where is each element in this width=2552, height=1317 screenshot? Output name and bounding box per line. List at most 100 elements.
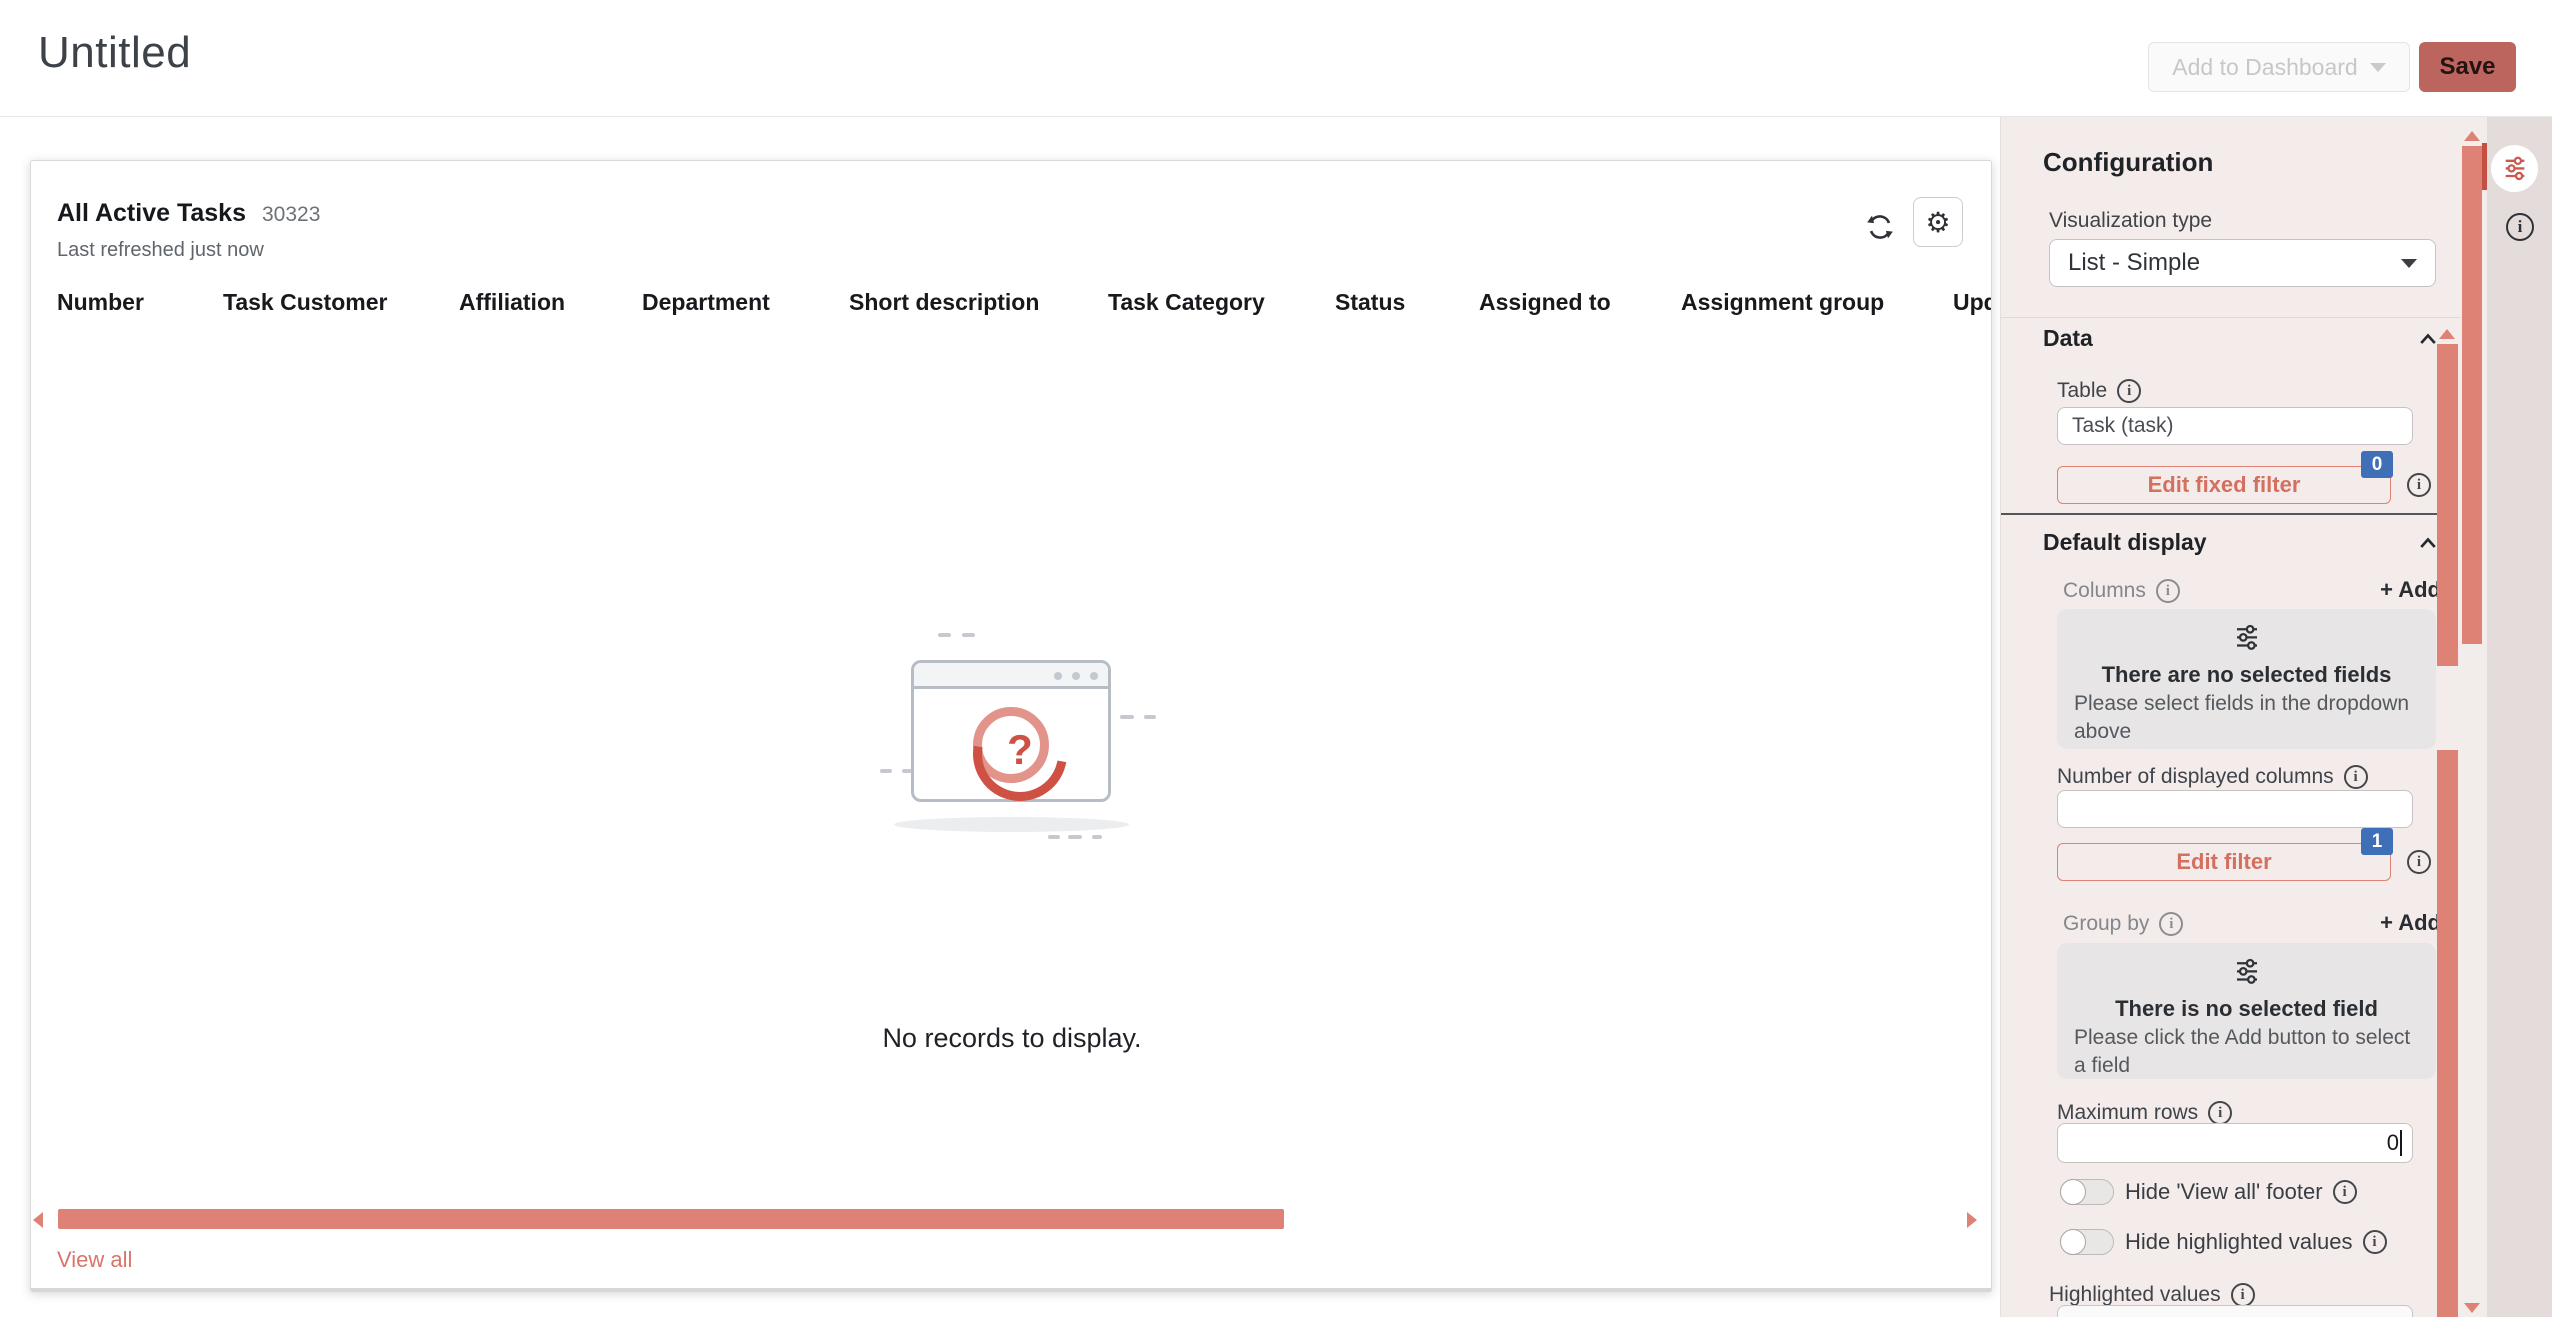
vertical-scrollbar-track[interactable] xyxy=(2461,117,2483,1317)
vertical-scrollbar-thumb[interactable] xyxy=(2462,146,2482,644)
maximum-rows-label: Maximum rows xyxy=(2057,1101,2232,1125)
info-icon[interactable] xyxy=(2333,1180,2357,1204)
column-header-status[interactable]: Status xyxy=(1335,289,1479,333)
maximum-rows-input[interactable]: 0 xyxy=(2057,1123,2413,1163)
refresh-button[interactable] xyxy=(1863,211,1897,245)
scroll-up-icon[interactable] xyxy=(2464,131,2480,141)
configuration-panel: Configuration Visualization type List - … xyxy=(2000,117,2487,1317)
window-dot-icon xyxy=(1090,672,1098,680)
info-icon[interactable] xyxy=(2344,765,2368,789)
column-header-affiliation[interactable]: Affiliation xyxy=(459,289,642,333)
text-cursor xyxy=(2400,1130,2402,1156)
active-tab-indicator xyxy=(2482,143,2487,190)
info-icon[interactable] xyxy=(2407,473,2431,497)
filter-count-badge: 1 xyxy=(2361,828,2393,855)
add-group-by-button[interactable]: + Add xyxy=(2341,910,2441,936)
edit-filter-button[interactable]: Edit filter xyxy=(2057,843,2391,881)
highlighted-values-label: Highlighted values xyxy=(2049,1283,2255,1307)
empty-state-message: No records to display. xyxy=(31,1023,1992,1054)
columns-empty-text: Please select fields in the dropdown abo… xyxy=(2074,690,2419,747)
save-label: Save xyxy=(2439,53,2495,81)
default-display-section-header: Default display xyxy=(2043,529,2207,556)
horizontal-scrollbar-thumb[interactable] xyxy=(58,1209,1284,1229)
panel-scrollbar-thumb[interactable] xyxy=(2437,344,2458,666)
chevron-down-icon xyxy=(2401,259,2417,268)
table-label: Table xyxy=(2057,379,2141,403)
displayed-columns-label: Number of displayed columns xyxy=(2057,765,2368,789)
edit-fixed-filter-button[interactable]: Edit fixed filter xyxy=(2057,466,2391,504)
window-dot-icon xyxy=(1054,672,1062,680)
top-bar: Untitled Add to Dashboard Save xyxy=(0,0,2552,117)
column-header-short-description[interactable]: Short description xyxy=(849,289,1108,333)
displayed-columns-input[interactable] xyxy=(2057,790,2413,828)
browser-window-illustration: ? xyxy=(911,660,1111,802)
toggle-knob xyxy=(2060,1179,2086,1205)
info-icon[interactable] xyxy=(2208,1101,2232,1125)
info-icon[interactable] xyxy=(2156,579,2180,603)
scroll-down-icon[interactable] xyxy=(2464,1303,2480,1313)
info-icon[interactable] xyxy=(2231,1283,2255,1307)
dash-decoration xyxy=(1144,715,1156,719)
save-button[interactable]: Save xyxy=(2419,42,2516,92)
dash-decoration xyxy=(938,633,951,637)
columns-label: Columns xyxy=(2063,579,2180,603)
highlighted-values-field[interactable] xyxy=(2057,1305,2413,1317)
dash-decoration xyxy=(1120,715,1134,719)
column-header-number[interactable]: Number xyxy=(57,289,223,333)
panel-scroll-up-icon[interactable] xyxy=(2439,329,2455,339)
dash-decoration xyxy=(1048,835,1060,839)
visualization-type-label: Visualization type xyxy=(2049,209,2212,233)
info-icon[interactable] xyxy=(2407,850,2431,874)
data-section-header: Data xyxy=(2043,325,2093,352)
maximum-rows-value: 0 xyxy=(2387,1130,2399,1156)
report-preview-card: All Active Tasks30323 Last refreshed jus… xyxy=(30,160,1992,1292)
page-title: Untitled xyxy=(38,28,191,78)
settings-button[interactable]: ⚙ xyxy=(1913,197,1963,247)
info-icon[interactable] xyxy=(2159,912,2183,936)
dash-decoration xyxy=(1092,835,1102,839)
sliders-icon xyxy=(2501,155,2529,183)
visualization-type-value: List - Simple xyxy=(2068,249,2200,277)
group-by-empty-title: There is no selected field xyxy=(2074,996,2419,1022)
column-header-updated[interactable]: Upd xyxy=(1953,289,1992,333)
view-all-link[interactable]: View all xyxy=(57,1247,132,1273)
hide-highlighted-toggle[interactable] xyxy=(2060,1229,2114,1255)
scroll-left-icon[interactable] xyxy=(33,1212,43,1228)
column-header-assignment-group[interactable]: Assignment group xyxy=(1681,289,1953,333)
column-header-task-customer[interactable]: Task Customer xyxy=(223,289,459,333)
hide-view-all-label: Hide 'View all' footer xyxy=(2125,1179,2357,1205)
group-by-empty-text: Please click the Add button to select a … xyxy=(2074,1024,2419,1081)
last-refreshed-text: Last refreshed just now xyxy=(57,239,264,262)
table-input[interactable] xyxy=(2057,407,2413,445)
hide-highlighted-label: Hide highlighted values xyxy=(2125,1229,2387,1255)
record-count: 30323 xyxy=(262,203,320,226)
sliders-icon xyxy=(2232,623,2262,653)
table-header-row: Number Task Customer Affiliation Departm… xyxy=(31,289,1992,333)
dash-decoration xyxy=(880,769,892,773)
columns-empty-state: There are no selected fields Please sele… xyxy=(2057,609,2436,749)
info-icon[interactable] xyxy=(2363,1230,2387,1254)
add-columns-button[interactable]: + Add xyxy=(2341,577,2441,603)
fixed-filter-count-badge: 0 xyxy=(2361,451,2393,478)
illustration-shadow xyxy=(894,817,1129,832)
configuration-title: Configuration xyxy=(2043,147,2213,178)
info-tab-button[interactable]: i xyxy=(2506,213,2534,241)
column-header-department[interactable]: Department xyxy=(642,289,849,333)
refresh-icon xyxy=(1864,211,1896,243)
visualization-type-select[interactable]: List - Simple xyxy=(2049,239,2436,287)
hide-view-all-toggle[interactable] xyxy=(2060,1179,2114,1205)
toggle-knob xyxy=(2060,1229,2086,1255)
dash-decoration xyxy=(1068,835,1082,839)
column-header-assigned-to[interactable]: Assigned to xyxy=(1479,289,1681,333)
column-header-task-category[interactable]: Task Category xyxy=(1108,289,1335,333)
add-to-dashboard-button[interactable]: Add to Dashboard xyxy=(2148,42,2410,92)
info-icon[interactable] xyxy=(2117,379,2141,403)
right-icon-strip xyxy=(2487,117,2552,1317)
panel-scrollbar-thumb[interactable] xyxy=(2437,750,2458,1317)
group-by-empty-state: There is no selected field Please click … xyxy=(2057,943,2436,1079)
scroll-right-icon[interactable] xyxy=(1967,1212,1977,1228)
add-to-dashboard-label: Add to Dashboard xyxy=(2172,54,2357,81)
configuration-tab-button[interactable] xyxy=(2491,145,2538,192)
question-mark-icon: ? xyxy=(982,726,1058,774)
section-divider xyxy=(2001,513,2456,515)
